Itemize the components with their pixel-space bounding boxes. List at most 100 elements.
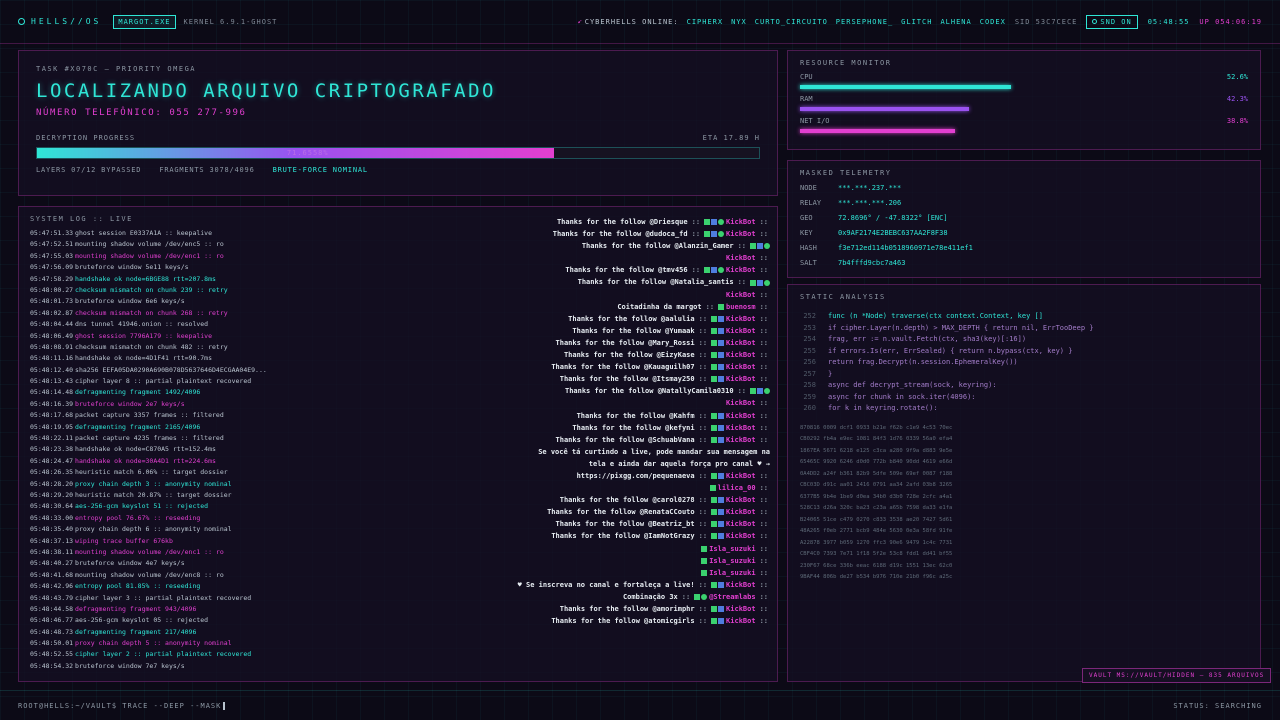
chat-user[interactable]: KickBot: [726, 518, 756, 530]
chat-user[interactable]: KickBot: [726, 494, 756, 506]
chat-user[interactable]: KickBot: [726, 252, 756, 264]
kernel-version: KERNEL 6.9.1-GHOST: [183, 17, 278, 26]
chat-message: Thanks for the follow @Alanzin_Gamer::: [505, 240, 770, 252]
chat-message: Se você tá curtindo a live, pode mandar …: [505, 446, 770, 458]
chat-user[interactable]: lilica_00: [718, 482, 756, 494]
log-timestamp: 05:48:37.13: [30, 536, 74, 545]
code-line: 254 frag, err := n.vault.Fetch(ctx, sha3(…: [800, 334, 1248, 346]
chat-separator: ::: [759, 471, 768, 480]
log-timestamp: 05:48:41.68: [30, 570, 74, 579]
chat-separator: ::: [698, 580, 708, 589]
online-user[interactable]: GLITCH: [901, 18, 932, 26]
chat-badges: [711, 327, 725, 334]
verified-icon: [711, 412, 718, 419]
chat-user[interactable]: KickBot: [726, 579, 756, 591]
log-timestamp: 05:48:08.91: [30, 342, 74, 351]
hex-line: 6377B5 9b4e 1be9 d0ea 34b0 d3b0 728e 2cf…: [800, 493, 953, 500]
telemetry-value: 7b4fffd9cbc7a463: [838, 259, 906, 267]
chat-message: lilica_00::: [505, 482, 770, 494]
chat-text: Thanks for the follow @dudoca_fd: [552, 230, 688, 239]
chat-user[interactable]: KickBot: [726, 410, 756, 422]
chat-message: KickBot::: [505, 289, 770, 301]
chat-separator: ::: [691, 218, 701, 226]
telemetry-title: MASKED TELEMETRY: [800, 169, 892, 177]
resource-head: RAM 42.3%: [800, 95, 1248, 103]
online-user[interactable]: PERSEPHONE_: [836, 18, 893, 26]
log-text: bruteforce window 7e7 keys/s: [75, 661, 185, 670]
chat-user[interactable]: KickBot: [726, 216, 756, 228]
log-text: dns tunnel 41946.onion :: resolved: [75, 320, 209, 329]
chat-message: Thanks for the follow @Kauaguilh07:: Kick…: [505, 361, 770, 373]
chat-separator: ::: [698, 471, 708, 480]
hex-line: 230F67 68ce 336b eeac 6188 d19c 1551 13e…: [800, 562, 953, 569]
chat-text: Thanks for the follow @NatallyCamila0310: [564, 387, 734, 396]
line-number: 252: [803, 312, 816, 320]
chat-user[interactable]: KickBot: [726, 228, 756, 240]
hex-line: CB0292 fb4a e9ec 1081 84f3 1d76 0339 56a…: [800, 436, 953, 442]
chat-separator: ::: [759, 520, 768, 529]
log-text: bruteforce window 5e11 keys/s: [75, 263, 189, 272]
log-text: defragmenting fragment 1492/4096: [75, 388, 201, 397]
chat-user[interactable]: KickBot: [726, 361, 756, 373]
log-text: cipher layer 3 :: partial plaintext reco…: [75, 593, 252, 602]
chat-separator: ::: [698, 314, 708, 323]
chat-badges: [711, 521, 725, 528]
chat-user[interactable]: KickBot: [726, 434, 756, 446]
log-timestamp: 05:48:24.47: [30, 456, 74, 465]
chat-user[interactable]: KickBot: [726, 289, 756, 301]
online-user[interactable]: CIPHERX: [687, 18, 724, 26]
sound-toggle[interactable]: SND ON: [1086, 14, 1138, 29]
chat-user[interactable]: KickBot: [726, 373, 756, 385]
chat-user[interactable]: KickBot: [726, 337, 756, 349]
log-text: packet capture 3357 frames :: filtered: [75, 411, 224, 420]
verified-icon: [711, 315, 718, 322]
verified-icon: [711, 364, 718, 371]
verified-icon: [718, 303, 725, 310]
chat-separator: ::: [759, 326, 768, 335]
hex-line: 0A4DD2 a24f b361 82b9 5dfe 509e 69ef 008…: [800, 470, 953, 477]
chat-user[interactable]: KickBot: [726, 313, 756, 325]
chat-message: Thanks for the follow @EizyKase:: KickBot…: [505, 349, 770, 361]
chat-user[interactable]: KickBot: [726, 397, 756, 409]
chat-user[interactable]: KickBot: [726, 470, 756, 482]
chat-user[interactable]: KickBot: [726, 506, 756, 518]
static-title: STATIC ANALYSIS: [800, 293, 886, 301]
log-timestamp: 05:48:42.96: [30, 582, 74, 591]
telemetry-key: NODE: [800, 184, 817, 192]
bot-icon: [718, 315, 725, 322]
log-text: mounting shadow volume /dev/enc5 :: ro: [75, 240, 224, 249]
log-text: heuristic match 6.06% :: target dossier: [75, 468, 228, 477]
chat-user[interactable]: KickBot: [726, 603, 756, 615]
vault-badge[interactable]: VAULT MS://VAULT/HIDDEN — 835 ARQUIVOS: [1082, 668, 1272, 683]
online-user[interactable]: CURTO_CIRCUITO: [755, 18, 828, 26]
online-user[interactable]: ALHENA: [940, 18, 971, 26]
chat-user[interactable]: KickBot: [726, 615, 756, 627]
chat-separator: ::: [759, 580, 768, 589]
online-user[interactable]: NYX: [731, 18, 747, 26]
chat-user[interactable]: KickBot: [726, 264, 756, 276]
search-status: STATUS: SEARCHING: [1173, 701, 1262, 710]
verified-icon: [711, 581, 718, 588]
chat-user[interactable]: KickBot: [726, 530, 756, 542]
chat-user[interactable]: Isla_suzuki: [709, 543, 755, 555]
chat-separator: ::: [759, 375, 768, 384]
log-text: sha256 EEFA05DA0290A690B078D5637646D4ECG…: [75, 365, 267, 374]
code-line: 256 return frag.Decrypt(n.session.Ephemer…: [800, 357, 1248, 369]
status-icon: [764, 243, 770, 250]
chat-user[interactable]: @Streamlabs: [709, 591, 755, 603]
chat-message: Isla_suzuki::: [505, 567, 770, 579]
log-timestamp: 05:48:04.44: [30, 320, 74, 329]
chat-user[interactable]: KickBot: [726, 349, 756, 361]
command-prompt[interactable]: ROOT@HELLS:~/VAULT$ TRACE --DEEP --MASK: [18, 701, 226, 710]
user-chip[interactable]: MARGOT.EXE: [113, 14, 176, 29]
chat-user[interactable]: Isla_suzuki: [709, 567, 755, 579]
bot-icon: [718, 509, 725, 516]
chat-user[interactable]: Isla_suzuki: [709, 555, 755, 567]
online-user[interactable]: CODEX: [980, 18, 1006, 26]
chat-separator: ::: [759, 363, 768, 372]
log-text: defragmenting fragment 943/4096: [75, 604, 197, 613]
log-text: bruteforce window 6e6 keys/s: [75, 297, 185, 306]
chat-user[interactable]: KickBot: [726, 325, 756, 337]
chat-user[interactable]: buenosm: [726, 301, 756, 313]
chat-user[interactable]: KickBot: [726, 422, 756, 434]
